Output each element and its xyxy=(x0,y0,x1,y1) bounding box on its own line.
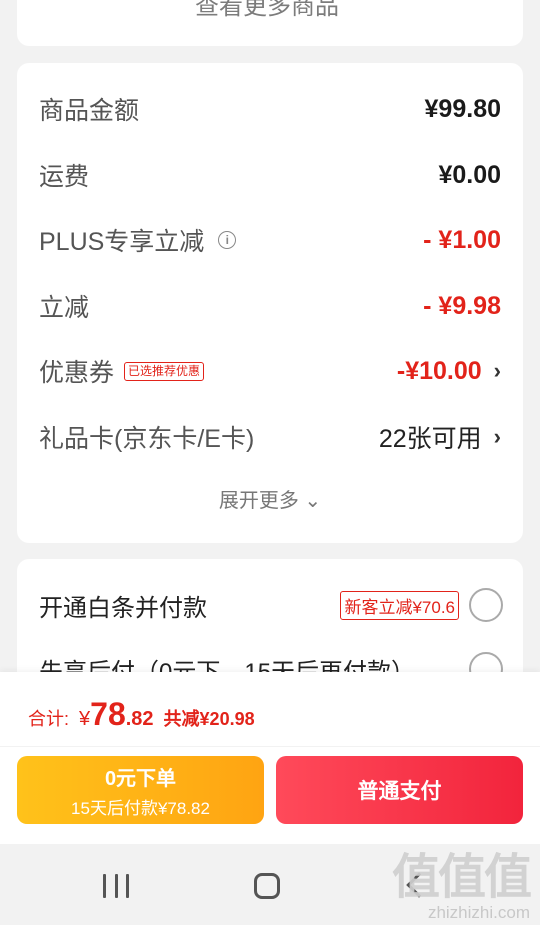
coupon-recommended-tag: 已选推荐优惠 xyxy=(124,361,205,381)
total-saved: 共减¥20.98 xyxy=(163,709,255,729)
row-plus-discount: PLUS专享立减 i - ¥1.00 xyxy=(39,220,501,260)
total-label: 合计: xyxy=(28,709,70,729)
row-coupon[interactable]: 优惠券 已选推荐优惠 -¥10.00 › xyxy=(39,351,501,391)
zero-order-subtitle: 15天后付款¥78.82 xyxy=(71,798,210,818)
divider xyxy=(0,746,540,747)
checkout-bar: 合计: ¥ 78 .82 共减¥20.98 0元下单 15天后付款¥78.82 … xyxy=(0,672,540,844)
row-shipping: 运费 ¥0.00 xyxy=(39,155,501,195)
recents-icon[interactable] xyxy=(103,874,129,898)
instant-discount-label: 立减 xyxy=(39,294,90,322)
plus-discount-label-wrap: PLUS专享立减 i xyxy=(39,222,237,258)
coupon-label: 优惠券 xyxy=(39,359,115,387)
top-card: 查看更多商品 xyxy=(17,0,523,46)
row-goods-amount: 商品金额 ¥99.80 xyxy=(39,89,501,129)
total-currency: ¥ xyxy=(79,708,91,730)
watermark: 值值值 zhizhizhi.com xyxy=(391,851,532,923)
gift-card-value-wrap: 22张可用 › xyxy=(379,419,501,455)
watermark-logo: 值值值 xyxy=(391,851,532,904)
total-decimal: .82 xyxy=(125,708,154,730)
shipping-value: ¥0.00 xyxy=(438,160,501,189)
goods-amount-label: 商品金额 xyxy=(39,97,140,125)
zero-order-button[interactable]: 0元下单 15天后付款¥78.82 xyxy=(17,756,264,824)
gift-card-value: 22张可用 xyxy=(378,425,482,453)
baitiao-radio[interactable] xyxy=(469,588,503,622)
gift-card-label: 礼品卡(京东卡/E卡) xyxy=(39,425,255,453)
home-icon[interactable] xyxy=(254,873,280,899)
shipping-label: 运费 xyxy=(39,163,90,191)
plus-discount-value: - ¥1.00 xyxy=(423,225,501,254)
info-icon[interactable]: i xyxy=(218,231,237,249)
total-summary: 合计: ¥ 78 .82 共减¥20.98 xyxy=(28,696,255,733)
plus-discount-label: PLUS专享立减 xyxy=(39,228,205,256)
expand-more-button[interactable]: 展开更多 ⌄ xyxy=(17,484,523,513)
system-nav-bar: 值值值 zhizhizhi.com xyxy=(0,844,540,925)
normal-pay-button[interactable]: 普通支付 xyxy=(276,756,523,824)
goods-amount-value: ¥99.80 xyxy=(424,94,501,123)
coupon-label-wrap: 优惠券 已选推荐优惠 xyxy=(39,353,205,389)
price-breakdown-card: 商品金额 ¥99.80 运费 ¥0.00 PLUS专享立减 i - ¥1.00 … xyxy=(17,63,523,543)
chevron-right-icon: › xyxy=(493,424,501,449)
baitiao-right: 新客立减¥70.6 xyxy=(340,588,503,622)
coupon-value-wrap: -¥10.00 › xyxy=(397,357,501,386)
coupon-value: -¥10.00 xyxy=(396,356,482,385)
baitiao-label: 开通白条并付款 xyxy=(39,594,207,622)
baitiao-promo-tag: 新客立减¥70.6 xyxy=(340,590,459,620)
total-integer: 78 xyxy=(90,696,126,732)
row-instant-discount: 立减 - ¥9.98 xyxy=(39,286,501,326)
top-card-text[interactable]: 查看更多商品 xyxy=(195,0,339,21)
instant-discount-value: - ¥9.98 xyxy=(423,291,501,320)
chevron-right-icon: › xyxy=(493,358,501,383)
watermark-url: zhizhizhi.com xyxy=(427,903,530,922)
zero-order-title: 0元下单 xyxy=(104,767,177,790)
payment-option-baitiao[interactable]: 开通白条并付款 新客立减¥70.6 xyxy=(39,583,503,627)
row-gift-card[interactable]: 礼品卡(京东卡/E卡) 22张可用 › xyxy=(39,417,501,457)
